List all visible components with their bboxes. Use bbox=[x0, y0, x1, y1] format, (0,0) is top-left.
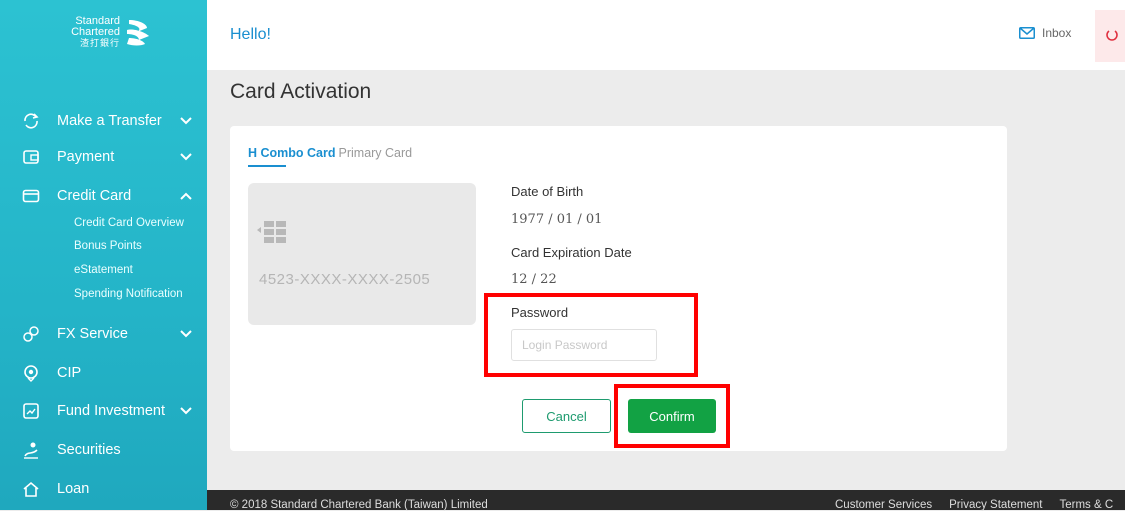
chevron-down-icon bbox=[180, 117, 192, 125]
footer-link-privacy-statement[interactable]: Privacy Statement bbox=[949, 499, 1042, 511]
sidebar-item-label: Credit Card bbox=[57, 188, 132, 204]
cancel-button[interactable]: Cancel bbox=[522, 399, 611, 433]
sidebar-item-label: Securities bbox=[57, 442, 121, 458]
brand-line-2: Chartered bbox=[71, 26, 120, 38]
footer-link-terms[interactable]: Terms & C bbox=[1059, 499, 1113, 511]
chevron-up-icon bbox=[180, 192, 192, 200]
sidebar-item-make-a-transfer[interactable]: Make a Transfer bbox=[0, 103, 207, 139]
sidebar-item-fx-service[interactable]: FX Service bbox=[0, 316, 207, 352]
sidebar-item-label: Payment bbox=[57, 149, 115, 165]
active-tab-indicator bbox=[248, 165, 286, 167]
credit-card-icon bbox=[22, 189, 40, 203]
fund-icon bbox=[23, 403, 39, 419]
greeting: Hello! bbox=[230, 26, 271, 43]
sidebar-subitem-credit-card-overview[interactable]: Credit Card Overview bbox=[74, 217, 184, 229]
sidebar-item-payment[interactable]: Payment bbox=[0, 139, 207, 175]
sidebar-item-label: FX Service bbox=[57, 326, 128, 342]
confirm-button[interactable]: Confirm bbox=[628, 399, 716, 433]
chevron-down-icon bbox=[180, 153, 192, 161]
password-input[interactable] bbox=[511, 329, 657, 361]
bank-logo[interactable]: Standard Chartered 渣打銀行 bbox=[62, 12, 162, 64]
securities-icon bbox=[24, 442, 38, 459]
chevron-down-icon bbox=[180, 407, 192, 415]
tab-sublabel: Primary Card bbox=[338, 146, 413, 160]
tab-label: H Combo Card bbox=[248, 146, 336, 160]
sidebar-item-credit-card[interactable]: Credit Card bbox=[0, 178, 207, 214]
footer: © 2018 Standard Chartered Bank (Taiwan) … bbox=[207, 490, 1125, 511]
sidebar-subitem-bonus-points[interactable]: Bonus Points bbox=[74, 240, 142, 252]
loan-icon bbox=[23, 481, 39, 497]
sidebar: Standard Chartered 渣打銀行 Make a Transfer … bbox=[0, 0, 207, 510]
sidebar-item-label: Make a Transfer bbox=[57, 113, 162, 129]
copyright: © 2018 Standard Chartered Bank (Taiwan) … bbox=[230, 499, 488, 511]
sidebar-item-loan[interactable]: Loan bbox=[0, 471, 207, 507]
footer-links: Customer Services Privacy Statement Term… bbox=[835, 499, 1113, 511]
brand-line-3: 渣打銀行 bbox=[79, 38, 120, 48]
mail-icon bbox=[1019, 27, 1035, 39]
sidebar-item-label: Loan bbox=[57, 481, 90, 497]
inbox-label: Inbox bbox=[1042, 26, 1072, 40]
dob-value: 1977 / 01 / 01 bbox=[511, 212, 603, 227]
fx-icon bbox=[23, 326, 39, 342]
sidebar-subitem-spending-notification[interactable]: Spending Notification bbox=[74, 288, 183, 300]
expiry-value: 12 / 22 bbox=[511, 272, 557, 287]
payment-icon bbox=[23, 150, 39, 164]
password-label: Password bbox=[511, 305, 569, 320]
inbox-button[interactable]: Inbox bbox=[1019, 26, 1071, 40]
sidebar-subitem-estatement[interactable]: eStatement bbox=[74, 264, 133, 276]
expiry-label: Card Expiration Date bbox=[511, 245, 632, 260]
sidebar-item-label: Fund Investment bbox=[57, 403, 165, 419]
sidebar-item-label: CIP bbox=[57, 365, 82, 381]
card-activation-panel: H Combo Card Primary Card 4523-XXXX-XXXX-… bbox=[230, 126, 1007, 451]
card-number: 4523-XXXX-XXXX-2505 bbox=[259, 271, 431, 288]
sidebar-item-cip[interactable]: CIP bbox=[0, 355, 207, 391]
power-icon bbox=[1106, 30, 1118, 41]
sidebar-item-fund-investment[interactable]: Fund Investment bbox=[0, 393, 207, 429]
dob-label: Date of Birth bbox=[511, 184, 584, 199]
card-chip-icon bbox=[257, 221, 286, 243]
transfer-icon bbox=[24, 113, 39, 129]
top-header: Hello! Inbox bbox=[207, 0, 1125, 70]
standard-chartered-logo-icon bbox=[127, 20, 149, 46]
logout-button[interactable] bbox=[1095, 10, 1125, 62]
footer-link-customer-services[interactable]: Customer Services bbox=[835, 499, 932, 511]
credit-card-image: 4523-XXXX-XXXX-2505 bbox=[248, 183, 476, 325]
chevron-down-icon bbox=[180, 330, 192, 338]
page-title: Card Activation bbox=[230, 80, 372, 103]
tab-h-combo-card[interactable]: H Combo Card Primary Card bbox=[248, 146, 412, 160]
sidebar-item-securities[interactable]: Securities bbox=[0, 432, 207, 468]
cip-icon bbox=[24, 365, 38, 382]
